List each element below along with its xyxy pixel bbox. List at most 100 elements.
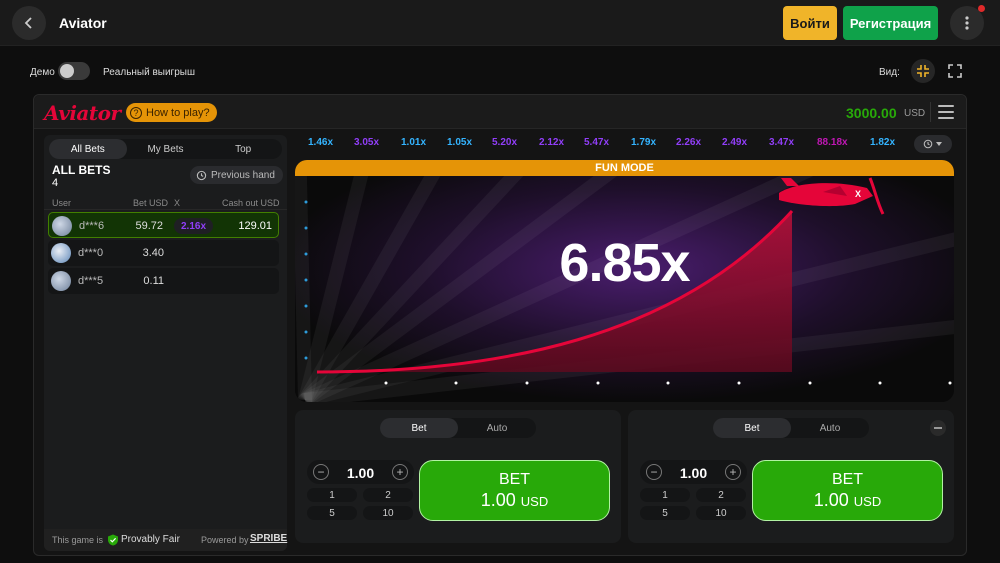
multiplier-history: 1.46x 3.05x 1.01x 1.05x 5.20x 2.12x 5.47… xyxy=(297,135,957,153)
login-button[interactable]: Войти xyxy=(783,6,837,40)
shield-icon xyxy=(108,534,118,546)
menu-icon[interactable] xyxy=(938,105,954,119)
bet-amount-stepper: − 1.00 + xyxy=(307,460,414,484)
multiplier-badge: 2.16x xyxy=(174,218,214,234)
demo-toggle[interactable] xyxy=(58,62,90,80)
quick-amount-button[interactable]: 2 xyxy=(696,488,746,502)
tab-auto[interactable]: Auto xyxy=(458,418,536,438)
user-name: d***5 xyxy=(78,275,104,287)
table-row: d***0 3.40 xyxy=(48,240,279,266)
demo-label: Демо xyxy=(30,67,55,78)
bets-panel: All Bets My Bets Top ALL BETS 4 Previous… xyxy=(44,135,287,551)
remove-bet-panel-button[interactable] xyxy=(930,420,946,436)
bet-button-amount: 1.00 xyxy=(813,489,849,510)
quick-amount-button[interactable]: 1 xyxy=(640,488,690,502)
footer-game-is: This game is xyxy=(52,535,104,545)
col-cashout: Cash out USD xyxy=(222,198,280,208)
quick-amount-button[interactable]: 5 xyxy=(640,506,690,520)
collapse-icon xyxy=(917,65,929,77)
quick-amount-button[interactable]: 5 xyxy=(307,506,357,520)
question-icon: ? xyxy=(130,106,142,119)
bet-button-currency: USD xyxy=(520,493,549,509)
increase-button[interactable]: + xyxy=(725,464,741,480)
tab-top[interactable]: Top xyxy=(204,139,282,159)
back-button[interactable] xyxy=(12,6,46,40)
toggle-knob xyxy=(60,64,74,78)
tab-my-bets[interactable]: My Bets xyxy=(127,139,205,159)
page-title: Aviator xyxy=(59,15,107,31)
view-compact-button[interactable] xyxy=(911,59,935,83)
balance-currency: USD xyxy=(904,108,926,119)
expand-icon xyxy=(948,64,962,78)
quick-amount-button[interactable]: 10 xyxy=(696,506,746,520)
table-row: d***5 0.11 xyxy=(48,268,279,294)
current-multiplier: 6.85x xyxy=(559,233,690,293)
bet-button[interactable]: BET 1.00 USD xyxy=(419,460,610,521)
history-multiplier: 1.46x xyxy=(308,137,334,148)
table-row: d***6 59.72 2.16x 129.01 xyxy=(48,212,279,238)
tab-bet[interactable]: Bet xyxy=(713,418,791,438)
history-multiplier: 2.49x xyxy=(722,137,748,148)
all-bets-count: 4 xyxy=(52,177,59,189)
footer-powered-by: Powered by xyxy=(201,535,249,545)
mode-row: Демо Реальный выигрыш Вид: xyxy=(0,58,1000,86)
col-user: User xyxy=(52,198,72,208)
history-icon xyxy=(923,139,933,149)
real-money-label: Реальный выигрыш xyxy=(103,67,195,78)
register-button[interactable]: Регистрация xyxy=(843,6,938,40)
bet-button-label: BET xyxy=(498,470,531,488)
svg-text:X: X xyxy=(855,189,861,199)
user-name: d***0 xyxy=(78,247,104,259)
view-fullscreen-button[interactable] xyxy=(943,59,967,83)
quick-amount-button[interactable]: 2 xyxy=(363,488,413,502)
previous-hand-button[interactable]: Previous hand xyxy=(190,166,283,184)
more-vertical-icon xyxy=(965,16,969,30)
quick-amount-button[interactable]: 1 xyxy=(307,488,357,502)
game-frame: Aviator ? How to play? 3000.00 USD All B… xyxy=(33,94,967,556)
aviator-logo: Aviator xyxy=(44,101,121,125)
history-multiplier: 5.47x xyxy=(584,137,610,148)
quick-amount-button[interactable]: 10 xyxy=(363,506,413,520)
history-multiplier: 3.47x xyxy=(769,137,795,148)
game-header: Aviator ? How to play? 3000.00 USD xyxy=(34,95,966,129)
bet-amount: 59.72 xyxy=(135,220,163,232)
cashout-amount: 129.01 xyxy=(238,220,272,232)
how-to-play-button[interactable]: ? How to play? xyxy=(126,103,217,122)
all-bets-title: ALL BETS xyxy=(52,163,111,177)
history-multiplier: 2.26x xyxy=(676,137,702,148)
bet-amount-stepper: − 1.00 + xyxy=(640,460,747,484)
avatar xyxy=(51,271,71,291)
tab-all-bets[interactable]: All Bets xyxy=(49,139,127,159)
how-to-play-label: How to play? xyxy=(146,106,210,119)
game-canvas: X FUN MODE 6.85x xyxy=(295,160,954,402)
provably-fair-link[interactable]: Provably Fair xyxy=(121,534,180,545)
bet-panel-1: Bet Auto − 1.00 + 1 2 5 10 BET 1.00 USD xyxy=(295,410,621,543)
col-bet: Bet USD xyxy=(133,198,169,208)
previous-hand-label: Previous hand xyxy=(211,169,275,181)
history-icon xyxy=(196,170,207,180)
col-x: X xyxy=(174,198,181,208)
bet-button[interactable]: BET 1.00 USD xyxy=(752,460,943,521)
bet-mode-tabs: Bet Auto xyxy=(713,418,869,438)
view-label: Вид: xyxy=(879,67,900,78)
history-toggle-button[interactable] xyxy=(914,135,952,153)
history-multiplier: 3.05x xyxy=(354,137,380,148)
notification-dot xyxy=(978,5,985,12)
tab-auto[interactable]: Auto xyxy=(791,418,869,438)
history-multiplier: 2.12x xyxy=(539,137,565,148)
bet-button-currency: USD xyxy=(853,493,882,509)
history-multiplier: 1.82x xyxy=(870,137,896,148)
chevron-down-icon xyxy=(936,142,942,146)
increase-button[interactable]: + xyxy=(392,464,408,480)
user-name: d***6 xyxy=(79,220,105,232)
bet-button-amount: 1.00 xyxy=(480,489,516,510)
minus-icon xyxy=(934,427,942,429)
avatar xyxy=(52,216,72,236)
history-multiplier: 1.01x xyxy=(401,137,427,148)
bets-tabs: All Bets My Bets Top xyxy=(49,139,282,159)
spribe-logo: SPRIBE xyxy=(250,533,288,544)
history-multiplier: 1.79x xyxy=(631,137,657,148)
tab-bet[interactable]: Bet xyxy=(380,418,458,438)
provably-fair-footer: This game is Provably Fair Powered by SP… xyxy=(44,529,287,551)
header-divider xyxy=(930,102,931,122)
